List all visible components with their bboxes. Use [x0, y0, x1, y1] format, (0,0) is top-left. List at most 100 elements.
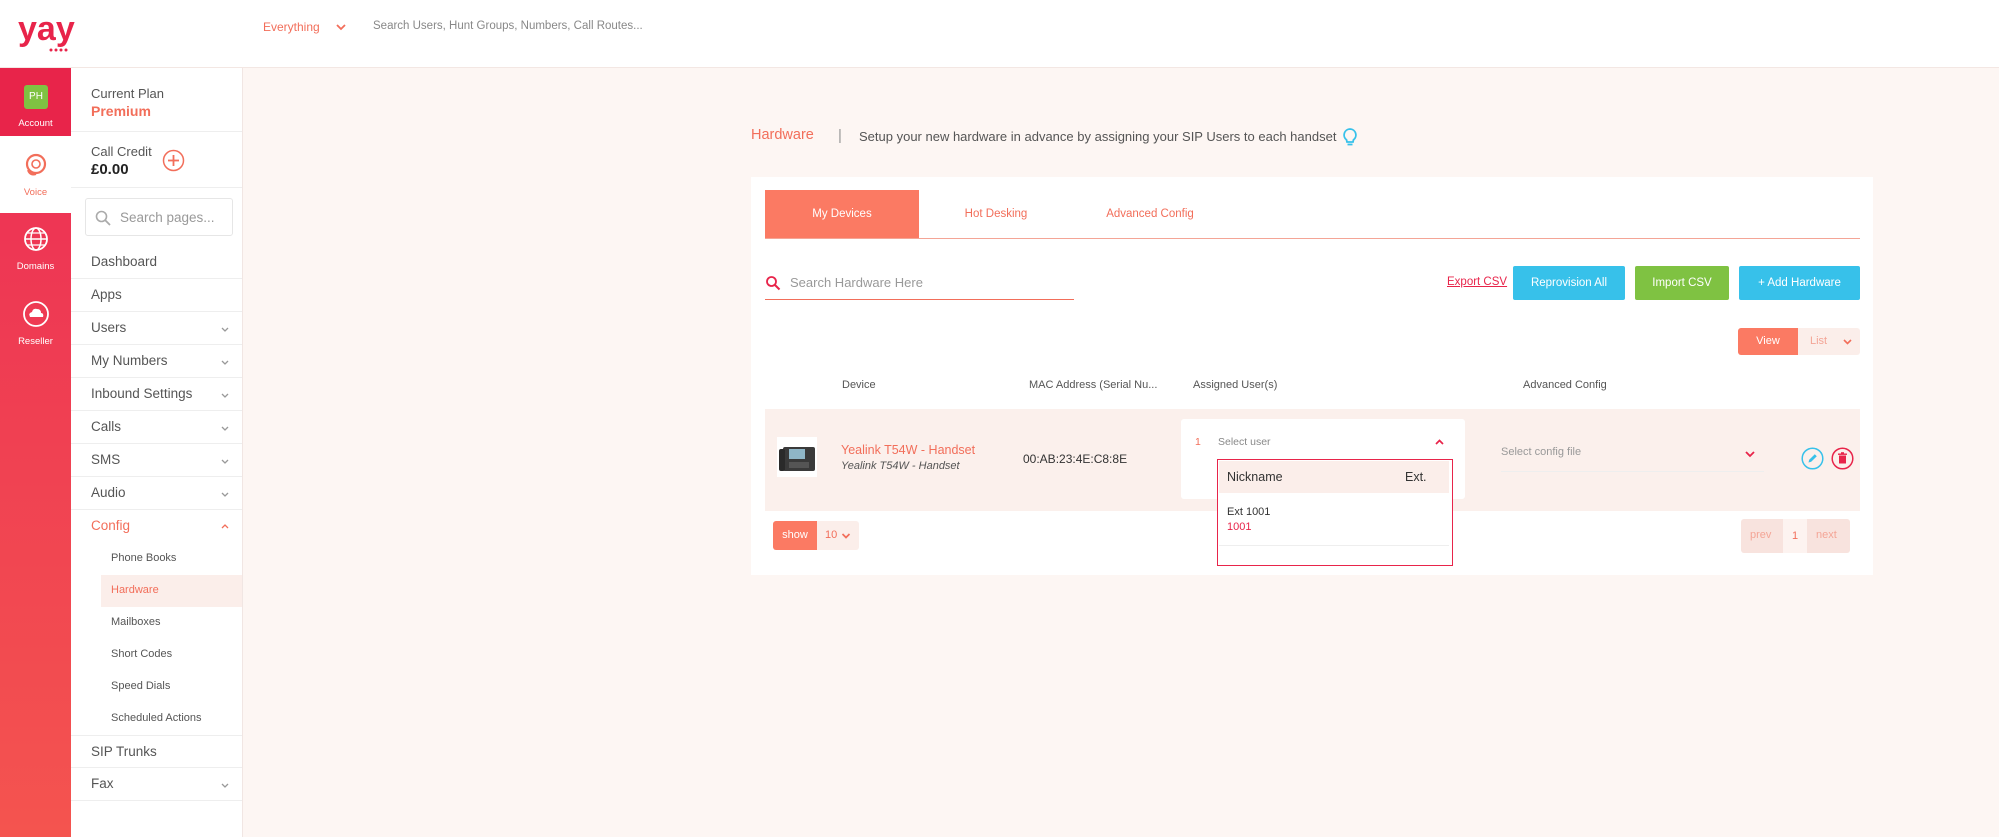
trash-icon[interactable] [1831, 447, 1854, 470]
view-toggle: View List [1738, 328, 1860, 355]
nav-label: Inbound Settings [91, 386, 193, 401]
rail-item-account[interactable]: PH Account [0, 68, 71, 136]
column-header-advanced-config: Advanced Config [1523, 379, 1607, 391]
yay-logo[interactable]: yay [18, 10, 93, 54]
nav-item-my-numbers[interactable]: My Numbers [71, 345, 242, 378]
cloud-icon [23, 301, 49, 327]
nav-item-calls[interactable]: Calls [71, 411, 242, 444]
subnav-item-phone-books[interactable]: Phone Books [101, 543, 242, 575]
user-dropdown-menu: Nickname Ext. Ext 1001 1001 [1217, 459, 1453, 566]
nav-item-inbound-settings[interactable]: Inbound Settings [71, 378, 242, 411]
device-model: Yealink T54W - Handset [841, 460, 960, 472]
per-page-select[interactable]: 10 [817, 521, 859, 550]
subnav-item-short-codes[interactable]: Short Codes [101, 639, 242, 671]
subnav-label: Mailboxes [111, 616, 161, 628]
config-file-select[interactable]: Select config file [1501, 440, 1764, 472]
plan-value: Premium [91, 103, 151, 119]
nav-label: Users [91, 320, 127, 335]
search-icon [95, 210, 111, 226]
export-csv-link[interactable]: Export CSV [1447, 276, 1507, 288]
app-rail: PH Account Voice Domains Reseller [0, 68, 71, 837]
rail-item-voice[interactable]: Voice [0, 136, 71, 213]
chevron-down-icon [221, 327, 229, 332]
list-label: List [1810, 335, 1828, 347]
device-name-link[interactable]: Yealink T54W - Handset [841, 443, 975, 457]
tab-my-devices[interactable]: My Devices [765, 190, 919, 238]
nav-item-sip-trunks[interactable]: SIP Trunks [71, 735, 242, 768]
nav-label: Apps [91, 287, 122, 302]
sidebar: Current Plan Premium Call Credit £0.00 S… [71, 68, 243, 837]
tab-hot-desking[interactable]: Hot Desking [919, 190, 1073, 238]
option-name: Ext 1001 [1227, 506, 1271, 518]
add-hardware-button[interactable]: + Add Hardware [1739, 266, 1860, 300]
column-header-device: Device [842, 379, 876, 391]
nav-item-dashboard[interactable]: Dashboard [71, 246, 242, 279]
nav-item-fax[interactable]: Fax [71, 768, 242, 801]
dropdown-option[interactable]: Ext 1001 1001 [1219, 494, 1449, 546]
chevron-up-icon [221, 524, 229, 529]
logo-text: yay [18, 10, 75, 48]
assign-index: 1 [1195, 436, 1201, 448]
prev-button[interactable]: prev [1750, 529, 1771, 541]
lightbulb-icon[interactable] [1341, 127, 1359, 147]
subnav-item-hardware[interactable]: Hardware [101, 575, 242, 607]
nav-label: SMS [91, 452, 121, 467]
hardware-search-input[interactable]: Search Hardware Here [765, 266, 1074, 300]
nav-item-sms[interactable]: SMS [71, 444, 242, 477]
add-credit-icon[interactable] [162, 149, 185, 172]
chevron-down-icon [221, 360, 229, 365]
show-label: show [773, 521, 817, 550]
chevron-down-icon [221, 459, 229, 464]
page-description: Setup your new hardware in advance by as… [859, 129, 1337, 144]
tab-advanced-config[interactable]: Advanced Config [1073, 190, 1227, 238]
nav-label: Audio [91, 485, 126, 500]
list-select[interactable]: List [1798, 328, 1860, 355]
page-search-placeholder: Search pages... [120, 210, 215, 225]
breadcrumb-divider: | [838, 127, 842, 144]
edit-icon[interactable] [1801, 447, 1824, 470]
rail-item-domains[interactable]: Domains [0, 213, 71, 288]
headset-icon [25, 153, 47, 176]
per-page-value: 10 [825, 529, 838, 541]
reprovision-all-button[interactable]: Reprovision All [1513, 266, 1625, 300]
nav-item-users[interactable]: Users [71, 312, 242, 345]
dropdown-col-nickname: Nickname [1227, 470, 1283, 484]
search-icon [766, 276, 781, 291]
dropdown-col-ext: Ext. [1405, 470, 1427, 484]
rail-label-reseller: Reseller [18, 336, 53, 347]
nav-label: Config [91, 518, 131, 533]
rail-label-domains: Domains [16, 261, 55, 272]
rail-label-voice: Voice [23, 187, 48, 198]
subnav-item-speed-dials[interactable]: Speed Dials [101, 671, 242, 703]
chevron-down-icon [841, 533, 851, 539]
page-search-input[interactable]: Search pages... [85, 198, 233, 236]
view-button[interactable]: View [1738, 328, 1798, 355]
subnav-label: Phone Books [111, 552, 177, 564]
nav-item-config[interactable]: Config [71, 510, 242, 543]
config-placeholder: Select config file [1501, 446, 1582, 458]
breadcrumb[interactable]: Hardware [751, 127, 814, 143]
chevron-down-icon [1843, 339, 1852, 345]
page-number[interactable]: 1 [1783, 519, 1807, 553]
search-scope-select[interactable]: Everything [263, 20, 320, 34]
subnav-label: Hardware [111, 584, 159, 596]
import-csv-button[interactable]: Import CSV [1635, 266, 1729, 300]
rail-item-reseller[interactable]: Reseller [0, 288, 71, 363]
nav-item-audio[interactable]: Audio [71, 477, 242, 510]
chevron-down-icon[interactable] [334, 20, 348, 34]
nav-item-apps[interactable]: Apps [71, 279, 242, 312]
dropdown-header: Nickname Ext. [1219, 461, 1449, 493]
subnav-item-mailboxes[interactable]: Mailboxes [101, 607, 242, 639]
top-bar: yay Everything Search Users, Hunt Groups… [0, 0, 1999, 68]
subnav-item-scheduled-actions[interactable]: Scheduled Actions [101, 703, 242, 735]
nav-label: SIP Trunks [91, 744, 157, 759]
divider [71, 131, 242, 132]
global-search-input[interactable]: Search Users, Hunt Groups, Numbers, Call… [373, 20, 643, 32]
subnav-label: Scheduled Actions [111, 712, 202, 724]
tab-underline [765, 238, 1860, 239]
next-button[interactable]: next [1816, 529, 1837, 541]
chevron-down-icon [221, 393, 229, 398]
subnav-label: Short Codes [111, 648, 173, 660]
column-header-assigned-users: Assigned User(s) [1193, 379, 1278, 391]
nav-label: My Numbers [91, 353, 168, 368]
